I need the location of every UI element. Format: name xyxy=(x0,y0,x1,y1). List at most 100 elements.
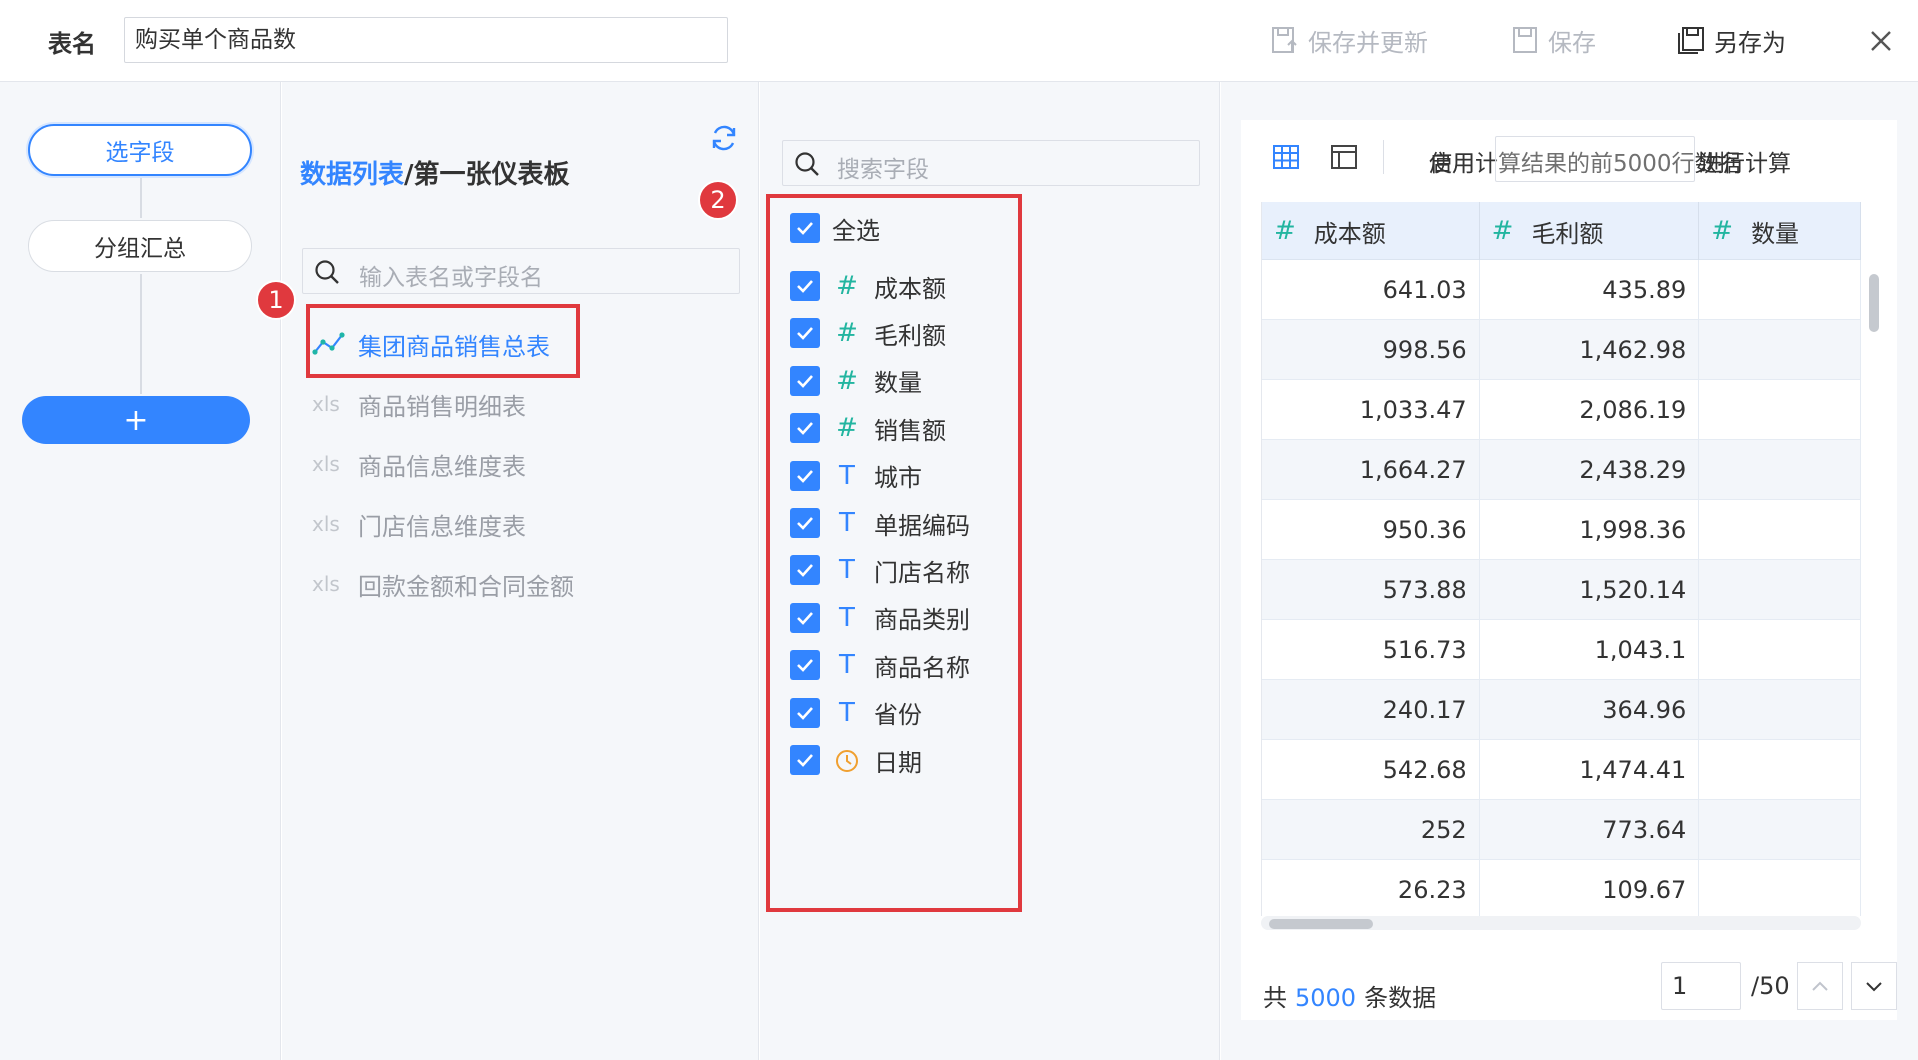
step-select-fields[interactable]: 选字段 xyxy=(28,124,252,176)
table-cell: 1,520.14 xyxy=(1480,560,1700,620)
table-cell: 950.36 xyxy=(1262,500,1480,560)
save-label: 保存 xyxy=(1548,28,1596,57)
table-cell: 2,086.19 xyxy=(1480,380,1700,440)
table-cell: 1,474.41 xyxy=(1480,740,1700,800)
save-as-button[interactable]: 另存为 xyxy=(1676,22,1786,58)
table-row: 252 773.64 xyxy=(1262,800,1861,860)
table-cell: 542.68 xyxy=(1262,740,1480,800)
layout-view-icon[interactable] xyxy=(1329,142,1359,172)
data-table: # 成本额 # 毛利额 # 数量 641.03 435.89 998.56 1,462.98… xyxy=(1261,202,1861,916)
table-row: 26.23 109.67 xyxy=(1262,860,1861,916)
number-type-icon: # xyxy=(1274,216,1296,246)
table-cell: 641.03 xyxy=(1262,260,1480,320)
table-cell: 573.88 xyxy=(1262,560,1480,620)
save-update-icon xyxy=(1272,27,1297,53)
field-search-placeholder: 搜索字段 xyxy=(837,157,929,183)
annotation-box-2 xyxy=(766,194,1022,912)
save-update-button[interactable]: 保存并更新 xyxy=(1270,22,1428,58)
table-cell: 26.23 xyxy=(1262,860,1480,916)
table-item[interactable]: xls 商品销售明细表 xyxy=(312,384,526,424)
column-header-label: 毛利额 xyxy=(1531,219,1604,248)
horizontal-scroll-thumb[interactable] xyxy=(1269,919,1373,929)
table-search-placeholder: 输入表名或字段名 xyxy=(359,265,543,291)
table-item[interactable]: xls 回款金额和合同金额 xyxy=(312,564,574,604)
table-cell xyxy=(1699,560,1861,620)
column-header-label: 数量 xyxy=(1751,219,1800,248)
number-type-icon: # xyxy=(1711,216,1734,246)
step-connector xyxy=(140,274,142,394)
toolbar-divider xyxy=(1383,140,1384,174)
breadcrumb-current: 第一张仪表板 xyxy=(413,160,570,190)
search-icon xyxy=(315,260,339,284)
page-prev-button[interactable] xyxy=(1797,962,1843,1010)
table-cell: 1,998.36 xyxy=(1480,500,1700,560)
column-header[interactable]: # 数量 xyxy=(1699,202,1861,260)
search-icon xyxy=(795,152,819,176)
page-next-button[interactable] xyxy=(1851,962,1897,1010)
table-view-icon[interactable] xyxy=(1271,142,1301,172)
table-name-label: 表名 xyxy=(48,30,96,58)
refresh-icon[interactable] xyxy=(708,122,740,154)
column-header[interactable]: # 毛利额 xyxy=(1480,202,1700,260)
save-as-label: 另存为 xyxy=(1714,28,1786,57)
table-cell xyxy=(1699,260,1861,320)
table-cell xyxy=(1699,620,1861,680)
table-search-input[interactable]: 输入表名或字段名 xyxy=(302,248,740,294)
preview-card: 使用计算结果的前5000行数据 启用 进行计算 # 成本额 # 毛利额 # 数量 64… xyxy=(1241,120,1897,1020)
page-number-input[interactable]: 1 xyxy=(1661,962,1741,1010)
table-row: 998.56 1,462.98 xyxy=(1262,320,1861,380)
table-list-panel: 数据列表/第一张仪表板 输入表名或字段名 集团商品销售总表 xls 商品销售明细… xyxy=(256,82,773,1060)
xls-icon: xls xyxy=(312,572,340,596)
chevron-down-icon xyxy=(1866,982,1882,992)
table-row: 1,033.47 2,086.19 xyxy=(1262,380,1861,440)
breadcrumb-data-list[interactable]: 数据列表 xyxy=(300,160,404,190)
table-row: 1,664.27 2,438.29 xyxy=(1262,440,1861,500)
field-search-input[interactable]: 搜索字段 xyxy=(782,140,1200,186)
save-as-icon xyxy=(1678,27,1704,54)
table-cell xyxy=(1699,740,1861,800)
page-total: /50 xyxy=(1751,972,1790,1000)
save-button[interactable]: 保存 xyxy=(1510,22,1596,58)
step-panel: 选字段 分组汇总 + xyxy=(0,82,281,1060)
table-name-input[interactable]: 购买单个商品数 xyxy=(124,17,728,63)
annotation-badge-2: 2 xyxy=(698,180,738,220)
table-cell: 1,462.98 xyxy=(1480,320,1700,380)
table-item-label: 商品信息维度表 xyxy=(358,452,526,481)
breadcrumb: 数据列表/第一张仪表板 xyxy=(300,154,570,191)
save-update-label: 保存并更新 xyxy=(1308,28,1428,57)
xls-icon: xls xyxy=(312,452,340,476)
table-item[interactable]: xls 门店信息维度表 xyxy=(312,504,526,544)
column-header[interactable]: # 成本额 xyxy=(1262,202,1480,260)
table-item[interactable]: xls 商品信息维度表 xyxy=(312,444,526,484)
table-row: 641.03 435.89 xyxy=(1262,260,1861,320)
table-cell xyxy=(1699,500,1861,560)
add-step-button[interactable]: + xyxy=(22,396,250,444)
record-count-number: 5000 xyxy=(1295,984,1357,1012)
calc-row-input[interactable] xyxy=(1495,136,1695,182)
step-group-summary[interactable]: 分组汇总 xyxy=(28,220,252,272)
table-row: 516.73 1,043.1 xyxy=(1262,620,1861,680)
table-cell: 773.64 xyxy=(1480,800,1700,860)
table-header: # 成本额 # 毛利额 # 数量 xyxy=(1262,202,1861,260)
table-item-label: 商品销售明细表 xyxy=(358,392,526,421)
table-cell xyxy=(1699,800,1861,860)
number-type-icon: # xyxy=(1491,216,1514,246)
table-cell: 2,438.29 xyxy=(1480,440,1700,500)
table-cell xyxy=(1699,860,1861,916)
annotation-badge-1: 1 xyxy=(256,280,296,320)
header-bar: 表名 购买单个商品数 保存并更新 保存 另存为 xyxy=(0,0,1918,82)
table-cell: 109.67 xyxy=(1480,860,1700,916)
table-row: 240.17 364.96 xyxy=(1262,680,1861,740)
calc-text-b: 启用 xyxy=(1429,151,1475,177)
close-icon[interactable] xyxy=(1864,24,1898,58)
table-cell: 1,033.47 xyxy=(1262,380,1480,440)
table-row: 573.88 1,520.14 xyxy=(1262,560,1861,620)
vertical-scrollbar[interactable] xyxy=(1867,264,1879,916)
table-cell: 240.17 xyxy=(1262,680,1480,740)
field-panel: 搜索字段 全选 # 成本额 # 毛利额 # 数量 # 销售额 T 城市 T 单据编码 T 门店名称 T 商品类… xyxy=(698,82,1233,1060)
table-cell: 998.56 xyxy=(1262,320,1480,380)
xls-icon: xls xyxy=(312,392,340,416)
vertical-scroll-thumb[interactable] xyxy=(1869,274,1879,332)
chevron-up-icon xyxy=(1812,981,1828,991)
table-cell: 516.73 xyxy=(1262,620,1480,680)
